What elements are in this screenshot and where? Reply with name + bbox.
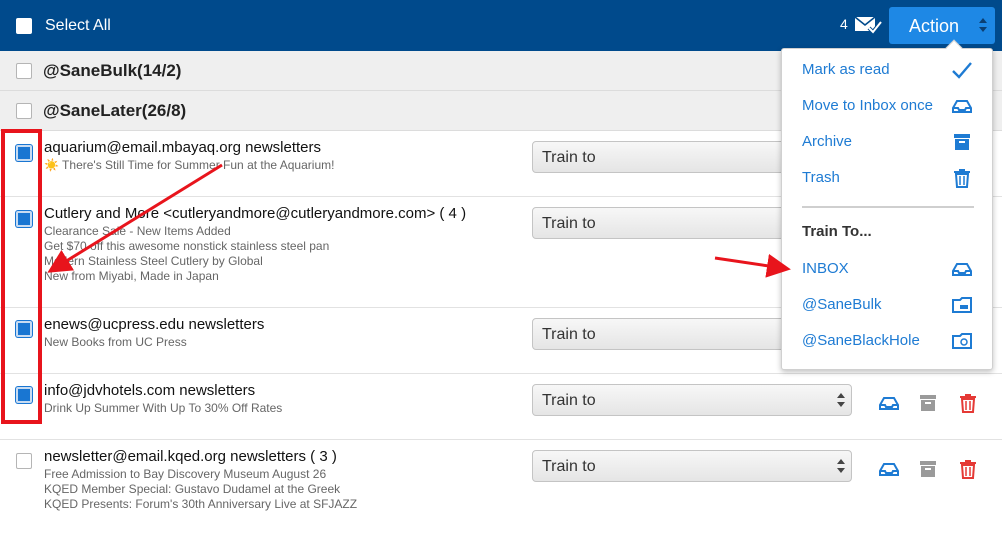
subject-line: New Books from UC Press xyxy=(44,335,187,349)
select-all-checkbox[interactable] xyxy=(16,18,32,34)
train-to-label: Train to xyxy=(542,326,596,343)
bulk-folder-icon xyxy=(952,297,972,313)
archive-box-icon xyxy=(954,134,970,150)
menu-item-move-to-inbox-once[interactable]: Move to Inbox once xyxy=(782,91,992,121)
subject-line: ☀️ There's Still Time for Summer Fun at … xyxy=(44,158,335,172)
group-checkbox[interactable] xyxy=(16,103,32,119)
sender-name: enews@ucpress.edu newsletters xyxy=(44,316,265,333)
message-checkbox[interactable] xyxy=(16,145,32,161)
updown-arrow-icon xyxy=(979,18,987,32)
subject-line: Clearance Sale - New Items Added xyxy=(44,224,231,238)
archive-box-icon[interactable] xyxy=(917,392,939,414)
train-to-label: Train to xyxy=(542,458,596,475)
trash-icon xyxy=(954,169,970,188)
action-dropdown-menu: Mark as read Move to Inbox once Archive … xyxy=(781,39,993,370)
menu-item-label: Trash xyxy=(802,169,840,186)
sender-name: Cutlery and More <cutleryandmore@cutlery… xyxy=(44,205,467,222)
menu-item-mark-as-read[interactable]: Mark as read xyxy=(782,55,992,85)
sender-name: aquarium@email.mbayaq.org newsletters xyxy=(44,139,322,156)
subject-line: KQED Member Special: Gustavo Dudamel at … xyxy=(44,482,341,496)
checkmark-icon xyxy=(952,62,972,79)
menu-item-train-inbox[interactable]: INBOX xyxy=(782,254,992,284)
row-action-icons xyxy=(878,458,988,480)
inbox-tray-icon xyxy=(952,263,972,276)
menu-item-train-sanebulk[interactable]: @SaneBulk xyxy=(782,290,992,320)
action-button-label: Action xyxy=(909,16,960,36)
inbox-tray-icon[interactable] xyxy=(878,458,900,480)
message-row[interactable]: info@jdvhotels.com newsletters Drink Up … xyxy=(0,374,1002,440)
message-checkbox[interactable] xyxy=(16,321,32,337)
menu-item-label: Move to Inbox once xyxy=(802,97,933,114)
inbox-tray-icon xyxy=(952,100,972,113)
message-checkbox[interactable] xyxy=(16,453,32,469)
inbox-tray-icon[interactable] xyxy=(878,392,900,414)
train-to-heading: Train To... xyxy=(802,223,872,240)
blackhole-folder-icon xyxy=(952,333,972,349)
menu-item-archive[interactable]: Archive xyxy=(782,127,992,157)
updown-arrow-icon xyxy=(837,393,845,407)
subject-line: New from Miyabi, Made in Japan xyxy=(44,269,219,283)
message-checkbox[interactable] xyxy=(16,387,32,403)
train-to-select[interactable]: Train to xyxy=(532,384,852,416)
subject-line: Free Admission to Bay Discovery Museum A… xyxy=(44,467,327,481)
message-row[interactable]: newsletter@email.kqed.org newsletters ( … xyxy=(0,440,1002,538)
subject-line: Drink Up Summer With Up To 30% Off Rates xyxy=(44,401,283,415)
top-toolbar: Select All 4 Action xyxy=(0,0,1002,51)
mail-check-icon xyxy=(854,16,882,35)
subject-line: KQED Presents: Forum's 30th Anniversary … xyxy=(44,497,358,511)
trash-icon[interactable] xyxy=(957,458,979,480)
sender-name: newsletter@email.kqed.org newsletters ( … xyxy=(44,448,337,465)
train-to-select[interactable]: Train to xyxy=(532,450,852,482)
menu-item-label: @SaneBulk xyxy=(802,296,882,313)
menu-item-label: Archive xyxy=(802,133,853,150)
group-checkbox[interactable] xyxy=(16,63,32,79)
menu-item-label: INBOX xyxy=(802,260,849,277)
menu-item-trash[interactable]: Trash xyxy=(782,163,992,193)
sender-name: info@jdvhotels.com newsletters xyxy=(44,382,256,399)
train-to-label: Train to xyxy=(542,392,596,409)
selected-count: 4 xyxy=(840,16,848,32)
subject-line: Modern Stainless Steel Cutlery by Global xyxy=(44,254,263,268)
archive-box-icon[interactable] xyxy=(917,458,939,480)
updown-arrow-icon xyxy=(837,459,845,473)
menu-item-label: @SaneBlackHole xyxy=(802,332,920,349)
menu-item-train-saneblackhole[interactable]: @SaneBlackHole xyxy=(782,326,992,356)
train-to-label: Train to xyxy=(542,215,596,232)
select-all-label[interactable]: Select All xyxy=(45,17,111,35)
train-to-label: Train to xyxy=(542,149,596,166)
group-name: @SaneBulk(14/2) xyxy=(43,61,182,80)
menu-item-label: Mark as read xyxy=(802,61,890,78)
trash-icon[interactable] xyxy=(957,392,979,414)
menu-separator xyxy=(802,206,974,208)
subject-line: Get $70 off this awesome nonstick stainl… xyxy=(44,239,330,253)
action-button[interactable]: Action xyxy=(889,7,995,44)
group-name: @SaneLater(26/8) xyxy=(43,101,187,120)
message-checkbox[interactable] xyxy=(16,211,32,227)
row-action-icons xyxy=(878,392,988,414)
